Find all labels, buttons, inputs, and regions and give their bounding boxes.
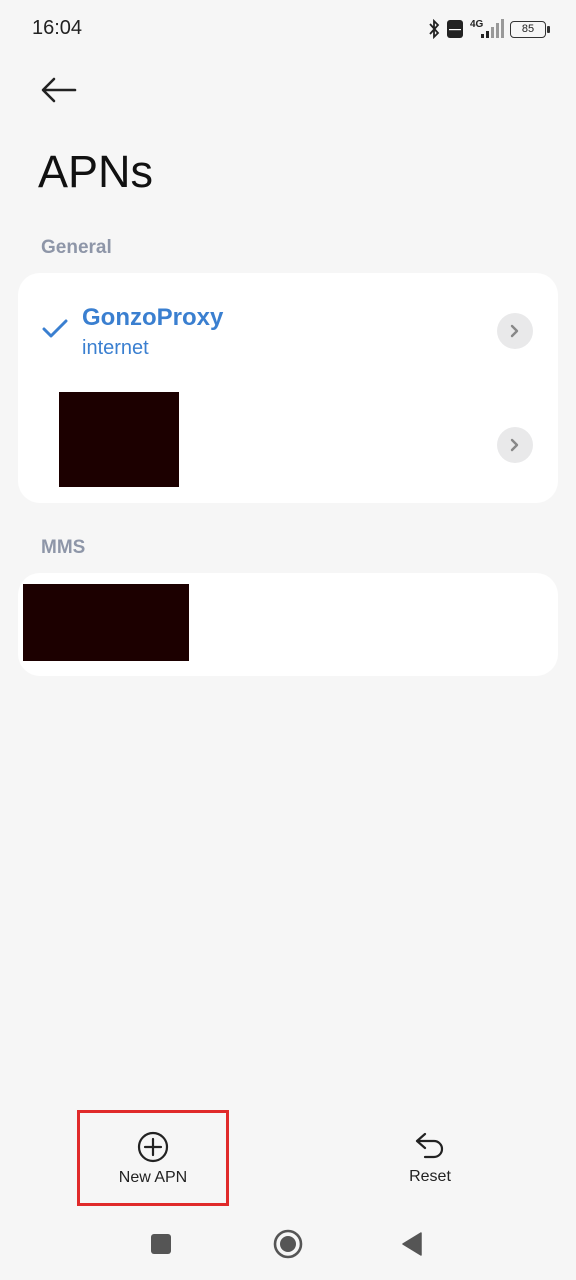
redacted-block: [59, 392, 179, 487]
bluetooth-icon: [428, 19, 440, 39]
reset-button[interactable]: Reset: [354, 1110, 506, 1206]
checkmark-icon: [42, 319, 68, 344]
status-time: 16:04: [32, 17, 83, 39]
reset-label: Reset: [409, 1168, 451, 1185]
apn-item-gonzoproxy[interactable]: GonzoProxy internet: [18, 273, 558, 389]
mms-apn-card: [18, 573, 558, 676]
mms-apn-item[interactable]: [18, 573, 558, 676]
home-button[interactable]: [268, 1228, 308, 1265]
square-icon: [150, 1233, 172, 1260]
new-apn-button[interactable]: New APN: [77, 1110, 229, 1206]
triangle-back-icon: [401, 1231, 423, 1261]
redacted-block: [23, 584, 189, 661]
chevron-right-icon[interactable]: [497, 313, 533, 349]
undo-icon: [414, 1130, 446, 1162]
signal-icon: 4G: [470, 18, 504, 40]
arrow-left-icon: [41, 77, 77, 108]
recents-button[interactable]: [141, 1230, 181, 1262]
page-title: APNs: [38, 146, 154, 197]
section-label-mms: MMS: [41, 537, 86, 558]
new-apn-label: New APN: [118, 1169, 188, 1186]
apn-type: internet: [82, 337, 149, 359]
status-bar: 16:04 4G 85: [0, 0, 576, 58]
apn-name: GonzoProxy: [82, 304, 224, 331]
add-circle-icon: [137, 1131, 169, 1163]
general-apn-card: GonzoProxy internet: [18, 273, 558, 503]
battery-level: 85: [521, 23, 535, 35]
chevron-right-icon[interactable]: [497, 427, 533, 463]
circle-icon: [272, 1228, 304, 1265]
status-icons: 4G 85: [428, 17, 550, 41]
apn-item-redacted[interactable]: [18, 389, 558, 503]
back-button[interactable]: [34, 70, 84, 114]
system-nav-bar: [0, 1214, 576, 1278]
section-label-general: General: [41, 237, 112, 258]
volte-icon: [446, 19, 464, 39]
system-back-button[interactable]: [392, 1230, 432, 1262]
network-type-label: 4G: [470, 19, 484, 30]
battery-icon: 85: [510, 20, 550, 38]
